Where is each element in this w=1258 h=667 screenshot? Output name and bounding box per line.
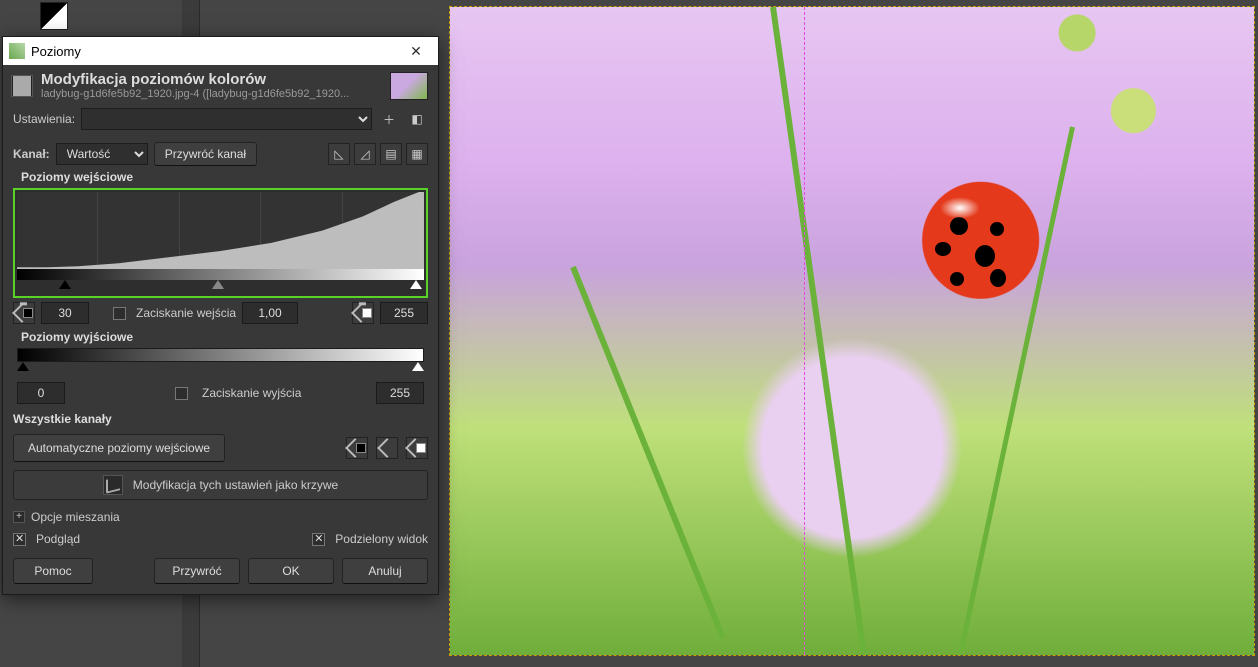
preview-checkbox[interactable]	[13, 533, 26, 546]
dialog-header: Modyfikacja poziomów kolorów ladybug-g1d…	[3, 65, 438, 102]
input-high-field[interactable]	[380, 302, 428, 324]
clamp-output-checkbox[interactable]	[175, 387, 188, 400]
input-high-handle[interactable]	[410, 280, 422, 289]
window-title: Poziomy	[31, 44, 394, 59]
pick-black-all-button[interactable]	[346, 437, 368, 459]
clamp-input-checkbox[interactable]	[113, 307, 126, 320]
cancel-button[interactable]: Anuluj	[342, 558, 428, 584]
histogram-curve	[17, 192, 424, 269]
blend-options-row[interactable]: + Opcje mieszania	[3, 506, 438, 528]
pick-white-point-button[interactable]	[352, 302, 374, 324]
canvas-image-content	[450, 7, 1254, 655]
edit-as-curves-label: Modyfikacja tych ustawień jako krzywe	[133, 478, 338, 492]
input-gamma-field[interactable]	[242, 302, 298, 324]
input-histogram[interactable]	[17, 192, 424, 268]
channel-dropdown[interactable]: Wartość	[56, 143, 148, 165]
preview-label: Podgląd	[36, 532, 80, 546]
input-histogram-highlighted	[13, 188, 428, 298]
fg-bg-color-swatch[interactable]	[40, 2, 68, 30]
edit-as-curves-button[interactable]: Modyfikacja tych ustawień jako krzywe	[13, 470, 428, 500]
dialog-subtitle: ladybug-g1d6fe5b92_1920.jpg-4 ([ladybug-…	[41, 88, 382, 100]
image-thumbnail	[390, 72, 428, 100]
all-channels-label: Wszystkie kanały	[3, 410, 438, 430]
blend-options-label: Opcje mieszania	[31, 510, 120, 524]
help-button[interactable]: Pomoc	[13, 558, 93, 584]
pick-black-point-button[interactable]	[13, 302, 35, 324]
output-high-handle[interactable]	[412, 362, 424, 371]
clamp-input-label: Zaciskanie wejścia	[136, 306, 236, 320]
ok-button[interactable]: OK	[248, 558, 334, 584]
expand-icon: +	[13, 511, 25, 523]
close-button[interactable]: ✕	[400, 40, 432, 62]
pick-gray-all-button[interactable]	[376, 437, 398, 459]
input-values-row: Zaciskanie wejścia	[3, 298, 438, 328]
reset-button[interactable]: Przywróć	[154, 558, 240, 584]
preset-add-button[interactable]: ＋	[378, 108, 400, 130]
levels-icon	[11, 75, 33, 97]
output-low-handle[interactable]	[17, 362, 29, 371]
window-icon	[9, 43, 25, 59]
dialog-footer: Pomoc Przywróć OK Anuluj	[3, 550, 438, 594]
reset-channel-button[interactable]: Przywróć kanał	[154, 142, 257, 166]
input-slider[interactable]	[19, 280, 422, 294]
output-high-field[interactable]	[376, 382, 424, 404]
dialog-titlebar[interactable]: Poziomy ✕	[3, 37, 438, 65]
presets-dropdown[interactable]	[81, 108, 372, 130]
output-levels-label: Poziomy wyjściowe	[3, 328, 438, 348]
presets-row: Ustawienia: ＋ ◧	[3, 102, 438, 136]
output-slider[interactable]	[17, 362, 424, 376]
histogram-mode1-icon[interactable]: ▤	[380, 143, 402, 165]
histogram-mode2-icon[interactable]: ▦	[406, 143, 428, 165]
input-low-field[interactable]	[41, 302, 89, 324]
output-low-field[interactable]	[17, 382, 65, 404]
channel-label: Kanał:	[13, 147, 50, 161]
preset-menu-button[interactable]: ◧	[406, 108, 428, 130]
input-low-handle[interactable]	[59, 280, 71, 289]
output-values-row: Zaciskanie wyjścia	[3, 376, 438, 410]
split-view-label: Podzielony widok	[335, 532, 428, 546]
preview-row: Podgląd Podzielony widok	[3, 528, 438, 550]
pick-white-all-button[interactable]	[406, 437, 428, 459]
input-gamma-handle[interactable]	[212, 280, 224, 289]
curves-icon	[103, 475, 123, 495]
split-view-divider[interactable]	[804, 7, 805, 655]
dialog-title: Modyfikacja poziomów kolorów	[41, 71, 382, 88]
presets-label: Ustawienia:	[13, 112, 75, 126]
input-levels-label: Poziomy wejściowe	[3, 168, 438, 188]
input-gradient	[17, 268, 424, 280]
output-gradient[interactable]	[17, 348, 424, 362]
channel-row: Kanał: Wartość Przywróć kanał ◺ ◿ ▤ ▦	[3, 136, 438, 168]
clamp-output-label: Zaciskanie wyjścia	[202, 386, 301, 400]
image-canvas[interactable]	[449, 6, 1255, 656]
levels-dialog: Poziomy ✕ Modyfikacja poziomów kolorów l…	[2, 36, 439, 595]
split-view-checkbox[interactable]	[312, 533, 325, 546]
histogram-log-icon[interactable]: ◿	[354, 143, 376, 165]
histogram-linear-icon[interactable]: ◺	[328, 143, 350, 165]
auto-levels-button[interactable]: Automatyczne poziomy wejściowe	[13, 434, 225, 462]
all-channels-row: Automatyczne poziomy wejściowe	[3, 430, 438, 470]
